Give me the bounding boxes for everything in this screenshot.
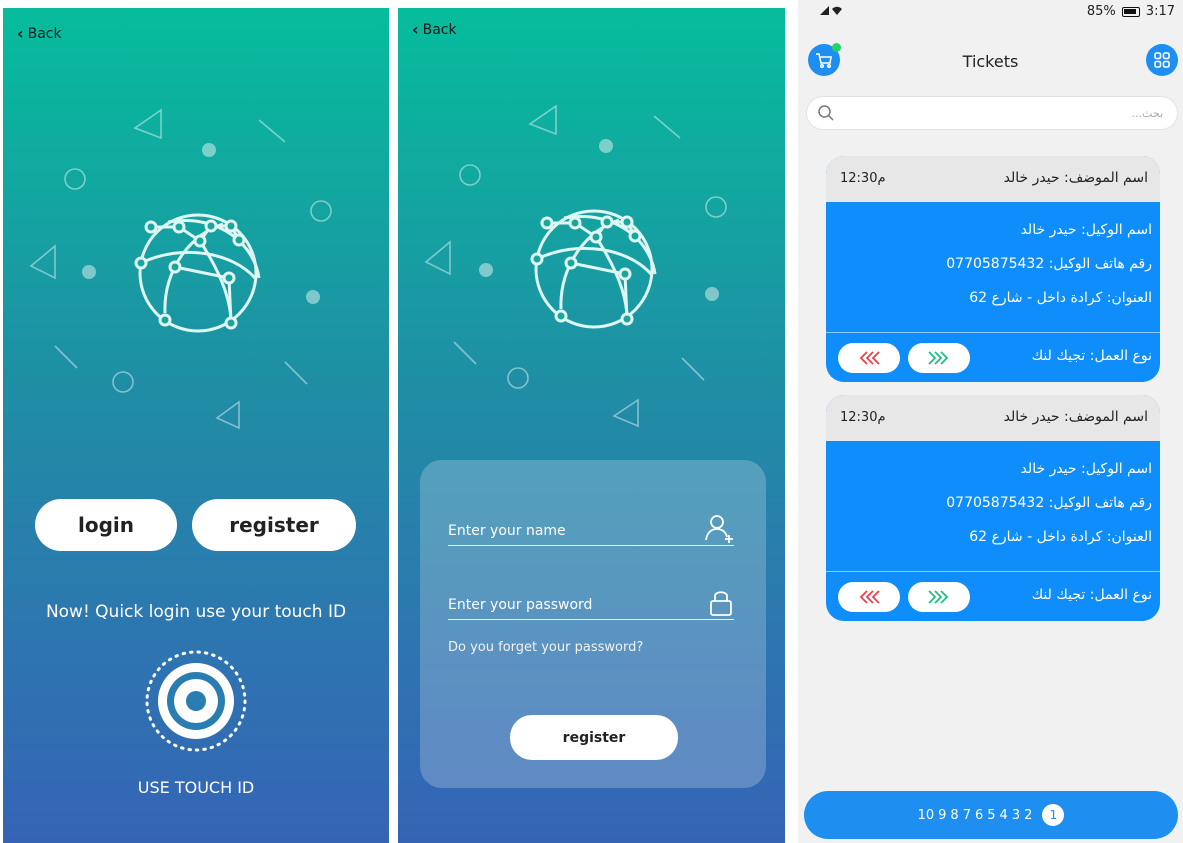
page-title: Tickets — [962, 52, 1019, 71]
signal-wifi-icon — [820, 4, 842, 22]
top-bar: Tickets — [798, 43, 1183, 80]
agent-address: العنوان: كرادة داخل - شارع 62 — [969, 290, 1152, 306]
notification-dot — [832, 43, 841, 52]
page-link[interactable]: 4 — [1000, 808, 1008, 823]
grid-menu-button[interactable] — [1146, 44, 1178, 76]
register-screen: ‹ Back Enter your name Enter your passwo… — [398, 8, 785, 843]
work-type: نوع العمل: تجيك لنك — [1031, 587, 1152, 603]
status-bar: 85% 3:17 — [798, 0, 1183, 24]
agent-name: اسم الوكيل: حيدر خالد — [1020, 461, 1152, 477]
touch-id-message: Now! Quick login use your touch ID — [45, 602, 347, 622]
register-button[interactable]: register — [510, 715, 678, 760]
accept-button[interactable] — [908, 582, 970, 612]
accept-button[interactable] — [908, 343, 970, 373]
ticket-card: اسم الموضف: حيدر خالد 12:30م اسم الوكيل:… — [826, 395, 1160, 621]
agent-address: العنوان: كرادة داخل - شارع 62 — [969, 529, 1152, 545]
search-icon — [818, 105, 834, 121]
tickets-screen: 85% 3:17 Tickets بحث... اسم الموضف: حيدر… — [798, 0, 1183, 843]
page-link[interactable]: 3 — [1012, 808, 1020, 823]
agent-name: اسم الوكيل: حيدر خالد — [1020, 222, 1152, 238]
current-page[interactable]: 1 — [1042, 804, 1065, 826]
double-chevron-left-icon — [859, 351, 880, 365]
ticket-time: 12:30م — [840, 410, 886, 425]
agent-phone: رقم هاتف الوكيل: 07705875432 — [946, 495, 1152, 511]
touch-id-button[interactable] — [143, 648, 249, 754]
reject-button[interactable] — [838, 582, 900, 612]
double-chevron-right-icon — [928, 590, 949, 604]
ticket-body: اسم الوكيل: حيدر خالد رقم هاتف الوكيل: 0… — [826, 441, 1160, 571]
work-type: نوع العمل: تجيك لنك — [1031, 348, 1152, 364]
page-link[interactable]: 10 — [918, 808, 935, 823]
login-screen: ‹ Back login register Now! Quick login u… — [3, 8, 389, 843]
page-link[interactable]: 5 — [987, 808, 995, 823]
password-field[interactable]: Enter your password — [448, 586, 734, 620]
ticket-header: اسم الموضف: حيدر خالد 12:30م — [826, 395, 1160, 441]
reject-button[interactable] — [838, 343, 900, 373]
login-button[interactable]: login — [35, 499, 177, 551]
agent-phone: رقم هاتف الوكيل: 07705875432 — [946, 256, 1152, 272]
employee-name: اسم الموضف: حيدر خالد — [1003, 170, 1148, 186]
battery-percent: 85% — [1086, 4, 1116, 19]
grid-icon — [1154, 52, 1170, 68]
ticket-footer: نوع العمل: تجيك لنك — [826, 571, 1160, 621]
forgot-password-link[interactable]: Do you forget your password? — [448, 640, 643, 655]
add-user-icon — [705, 515, 733, 543]
search-input[interactable]: بحث... — [806, 96, 1178, 130]
employee-name: اسم الموضف: حيدر خالد — [1003, 409, 1148, 425]
register-button[interactable]: register — [192, 499, 356, 551]
ticket-header: اسم الموضف: حيدر خالد 12:30م — [826, 156, 1160, 202]
lock-icon — [710, 591, 732, 616]
page-link[interactable]: 8 — [950, 808, 958, 823]
clock: 3:17 — [1145, 4, 1175, 19]
page-link[interactable]: 2 — [1024, 808, 1032, 823]
battery-icon — [1121, 6, 1140, 17]
ticket-time: 12:30م — [840, 171, 886, 186]
page-link[interactable]: 9 — [938, 808, 946, 823]
register-form: Enter your name Enter your password Do y… — [420, 460, 766, 788]
page-link[interactable]: 7 — [963, 808, 971, 823]
double-chevron-left-icon — [859, 590, 880, 604]
double-chevron-right-icon — [928, 351, 949, 365]
pagination: 10 9 8 7 6 5 4 3 2 1 — [804, 791, 1178, 839]
touch-id-label: USE TOUCH ID — [137, 778, 255, 797]
ticket-body: اسم الوكيل: حيدر خالد رقم هاتف الوكيل: 0… — [826, 202, 1160, 332]
page-link[interactable]: 6 — [975, 808, 983, 823]
name-field[interactable]: Enter your name — [448, 512, 734, 546]
ticket-footer: نوع العمل: تجيك لنك — [826, 332, 1160, 382]
ticket-card: اسم الموضف: حيدر خالد 12:30م اسم الوكيل:… — [826, 156, 1160, 382]
